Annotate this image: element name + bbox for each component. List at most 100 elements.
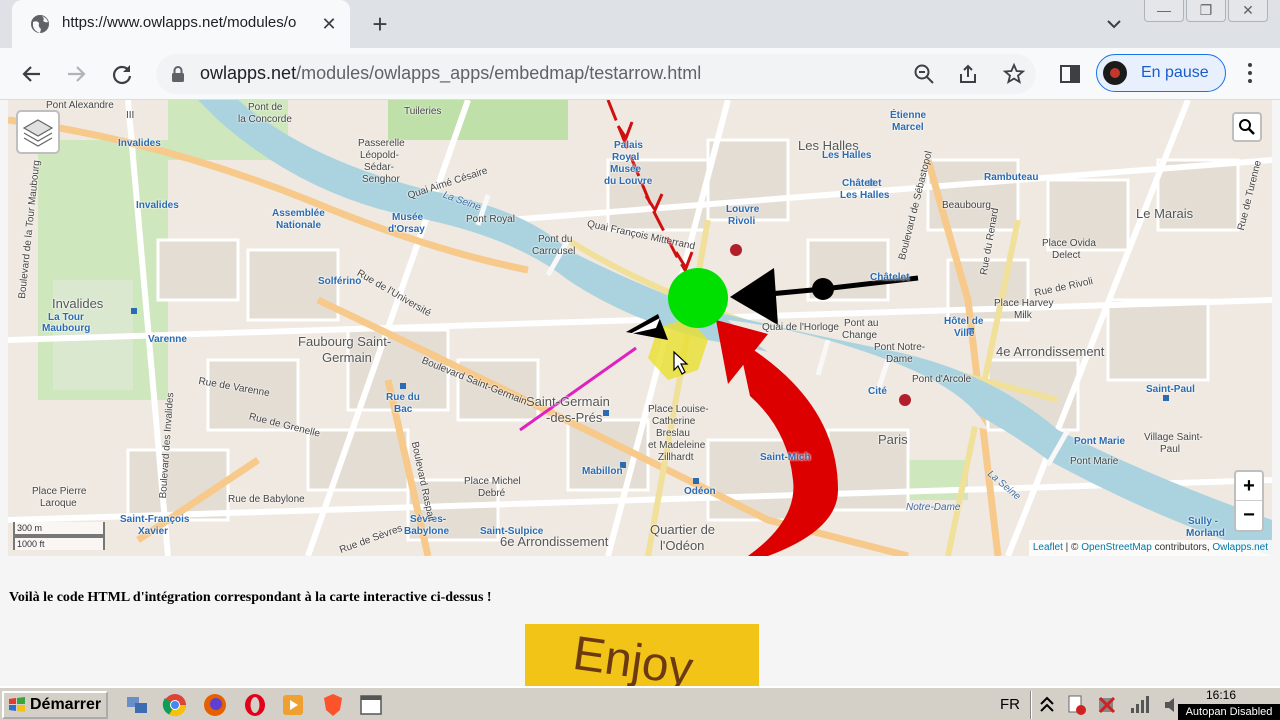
windows-logo-icon bbox=[9, 697, 25, 712]
map-label: Babylone bbox=[404, 526, 450, 537]
map-label: Saint-Mich bbox=[760, 452, 811, 463]
attribution-separator: | © bbox=[1062, 542, 1082, 553]
map-label: Breslau bbox=[656, 428, 690, 439]
leaflet-link[interactable]: Leaflet bbox=[1033, 542, 1063, 553]
map-label: Xavier bbox=[138, 526, 169, 537]
lock-icon[interactable] bbox=[170, 65, 186, 83]
map-label: Place Michel bbox=[464, 476, 521, 487]
map-label: Laroque bbox=[40, 498, 77, 509]
tray-separator bbox=[1030, 691, 1032, 719]
usb-error-icon[interactable] bbox=[1096, 694, 1118, 716]
map-label: Beaubourg bbox=[942, 200, 991, 211]
tray-expand-icon[interactable] bbox=[1036, 694, 1058, 716]
map-label: Rivoli bbox=[728, 216, 756, 227]
media-player-icon[interactable] bbox=[280, 692, 306, 718]
close-window-button[interactable]: ✕ bbox=[1228, 0, 1268, 22]
more-menu-icon[interactable] bbox=[1238, 60, 1262, 86]
owlapps-link[interactable]: Owlapps.net bbox=[1212, 542, 1268, 553]
opera-icon[interactable] bbox=[242, 692, 268, 718]
map-label: Delect bbox=[1052, 250, 1081, 261]
map-label: Nationale bbox=[276, 220, 322, 231]
start-button[interactable]: Démarrer bbox=[2, 691, 108, 719]
side-panel-icon[interactable] bbox=[1058, 62, 1082, 86]
scale-metric: 300 m bbox=[13, 522, 105, 536]
map-label: Ville bbox=[954, 328, 975, 339]
map-label: Maubourg bbox=[42, 323, 91, 334]
browser-tab[interactable]: https://www.owlapps.net/modules/o ✕ bbox=[12, 0, 350, 48]
address-bar[interactable]: owlapps.net/modules/owlapps_apps/embedma… bbox=[156, 54, 1036, 94]
map-label: Change bbox=[842, 330, 878, 341]
map-label: Zillhardt bbox=[658, 452, 694, 463]
window-app-icon[interactable] bbox=[358, 692, 384, 718]
document-error-icon[interactable] bbox=[1066, 694, 1088, 716]
firefox-icon[interactable] bbox=[202, 692, 228, 718]
forward-arrow-icon[interactable] bbox=[62, 60, 90, 88]
map-label: Pont Royal bbox=[466, 214, 515, 225]
map-label: Invalides bbox=[52, 296, 104, 311]
map-label: l'Odéon bbox=[660, 538, 705, 553]
map-label: Carrousel bbox=[532, 246, 576, 257]
new-tab-button[interactable]: + bbox=[366, 10, 394, 38]
map-label: Musée bbox=[610, 164, 642, 175]
star-icon[interactable] bbox=[1002, 62, 1026, 86]
tab-title: https://www.owlapps.net/modules/o bbox=[62, 14, 297, 31]
map-canvas[interactable]: Pont Alexandre III Pont de la Concorde T… bbox=[8, 100, 1272, 556]
osm-link[interactable]: OpenStreetMap bbox=[1081, 542, 1152, 553]
close-tab-icon[interactable]: ✕ bbox=[318, 13, 340, 35]
map-label: Bac bbox=[394, 404, 413, 415]
map-label: III bbox=[126, 110, 135, 121]
map-label: Odéon bbox=[684, 486, 716, 497]
map-label: Varenne bbox=[148, 334, 187, 345]
map-label: Paris bbox=[878, 432, 908, 447]
zoom-in-button[interactable]: + bbox=[1236, 472, 1262, 501]
language-indicator[interactable]: FR bbox=[1000, 696, 1020, 713]
scale-imperial: 1000 ft bbox=[13, 536, 105, 550]
map-label: Invalides bbox=[136, 200, 179, 211]
map-attribution: Leaflet | © OpenStreetMap contributors, … bbox=[1028, 540, 1272, 556]
restore-button[interactable]: ❐ bbox=[1186, 0, 1226, 22]
url-text[interactable]: owlapps.net/modules/owlapps_apps/embedma… bbox=[200, 63, 701, 84]
clock[interactable]: 16:16 bbox=[1206, 688, 1236, 702]
zoom-icon[interactable] bbox=[912, 62, 936, 86]
layers-button[interactable] bbox=[16, 110, 60, 154]
scale-bar: 300 m 1000 ft bbox=[13, 522, 105, 550]
map-label: du Louvre bbox=[604, 176, 653, 187]
minimize-button[interactable]: — bbox=[1144, 0, 1184, 22]
map-label: Pont Marie bbox=[1074, 436, 1126, 447]
map-label: Pont au bbox=[844, 318, 879, 329]
map-label: Les Halles bbox=[822, 150, 872, 161]
browser-toolbar: owlapps.net/modules/owlapps_apps/embedma… bbox=[0, 48, 1280, 100]
chevron-down-icon[interactable] bbox=[1102, 12, 1126, 36]
avatar bbox=[1103, 61, 1127, 85]
map-label: Royal bbox=[612, 152, 640, 163]
brave-icon[interactable] bbox=[320, 692, 346, 718]
signal-icon[interactable] bbox=[1128, 694, 1150, 716]
taskbar: Démarrer FR 16:16 bbox=[0, 686, 1280, 720]
map-label: Louvre bbox=[726, 204, 760, 215]
layers-icon bbox=[22, 119, 54, 147]
zoom-out-button[interactable]: − bbox=[1236, 501, 1262, 530]
map-label: Saint-Paul bbox=[1146, 384, 1195, 395]
map-label: Les Halles bbox=[840, 190, 890, 201]
map-label: Catherine bbox=[652, 416, 696, 427]
map-label: Palais bbox=[614, 140, 643, 151]
back-arrow-icon[interactable] bbox=[18, 60, 46, 88]
network-icon[interactable] bbox=[124, 692, 150, 718]
profile-button[interactable]: En pause bbox=[1096, 54, 1226, 92]
map-label: Cité bbox=[868, 386, 887, 397]
start-label: Démarrer bbox=[30, 696, 102, 713]
reload-icon[interactable] bbox=[108, 60, 136, 88]
attribution-contributors: contributors, bbox=[1151, 542, 1213, 553]
map-label: Rue de Babylone bbox=[228, 494, 305, 505]
map-label: Place Ovida bbox=[1042, 238, 1096, 249]
map-label: Châtelet bbox=[842, 178, 882, 189]
map-label: Hôtel de bbox=[944, 316, 984, 327]
map-label: Invalides bbox=[118, 138, 161, 149]
chrome-icon[interactable] bbox=[162, 692, 188, 718]
zoom-control: + − bbox=[1234, 470, 1264, 532]
map-label: Milk bbox=[1014, 310, 1032, 321]
map-label: Pont Marie bbox=[1070, 456, 1119, 467]
map-search-button[interactable] bbox=[1232, 112, 1262, 142]
share-icon[interactable] bbox=[956, 62, 980, 86]
map-label: Pont d'Arcole bbox=[912, 374, 972, 385]
